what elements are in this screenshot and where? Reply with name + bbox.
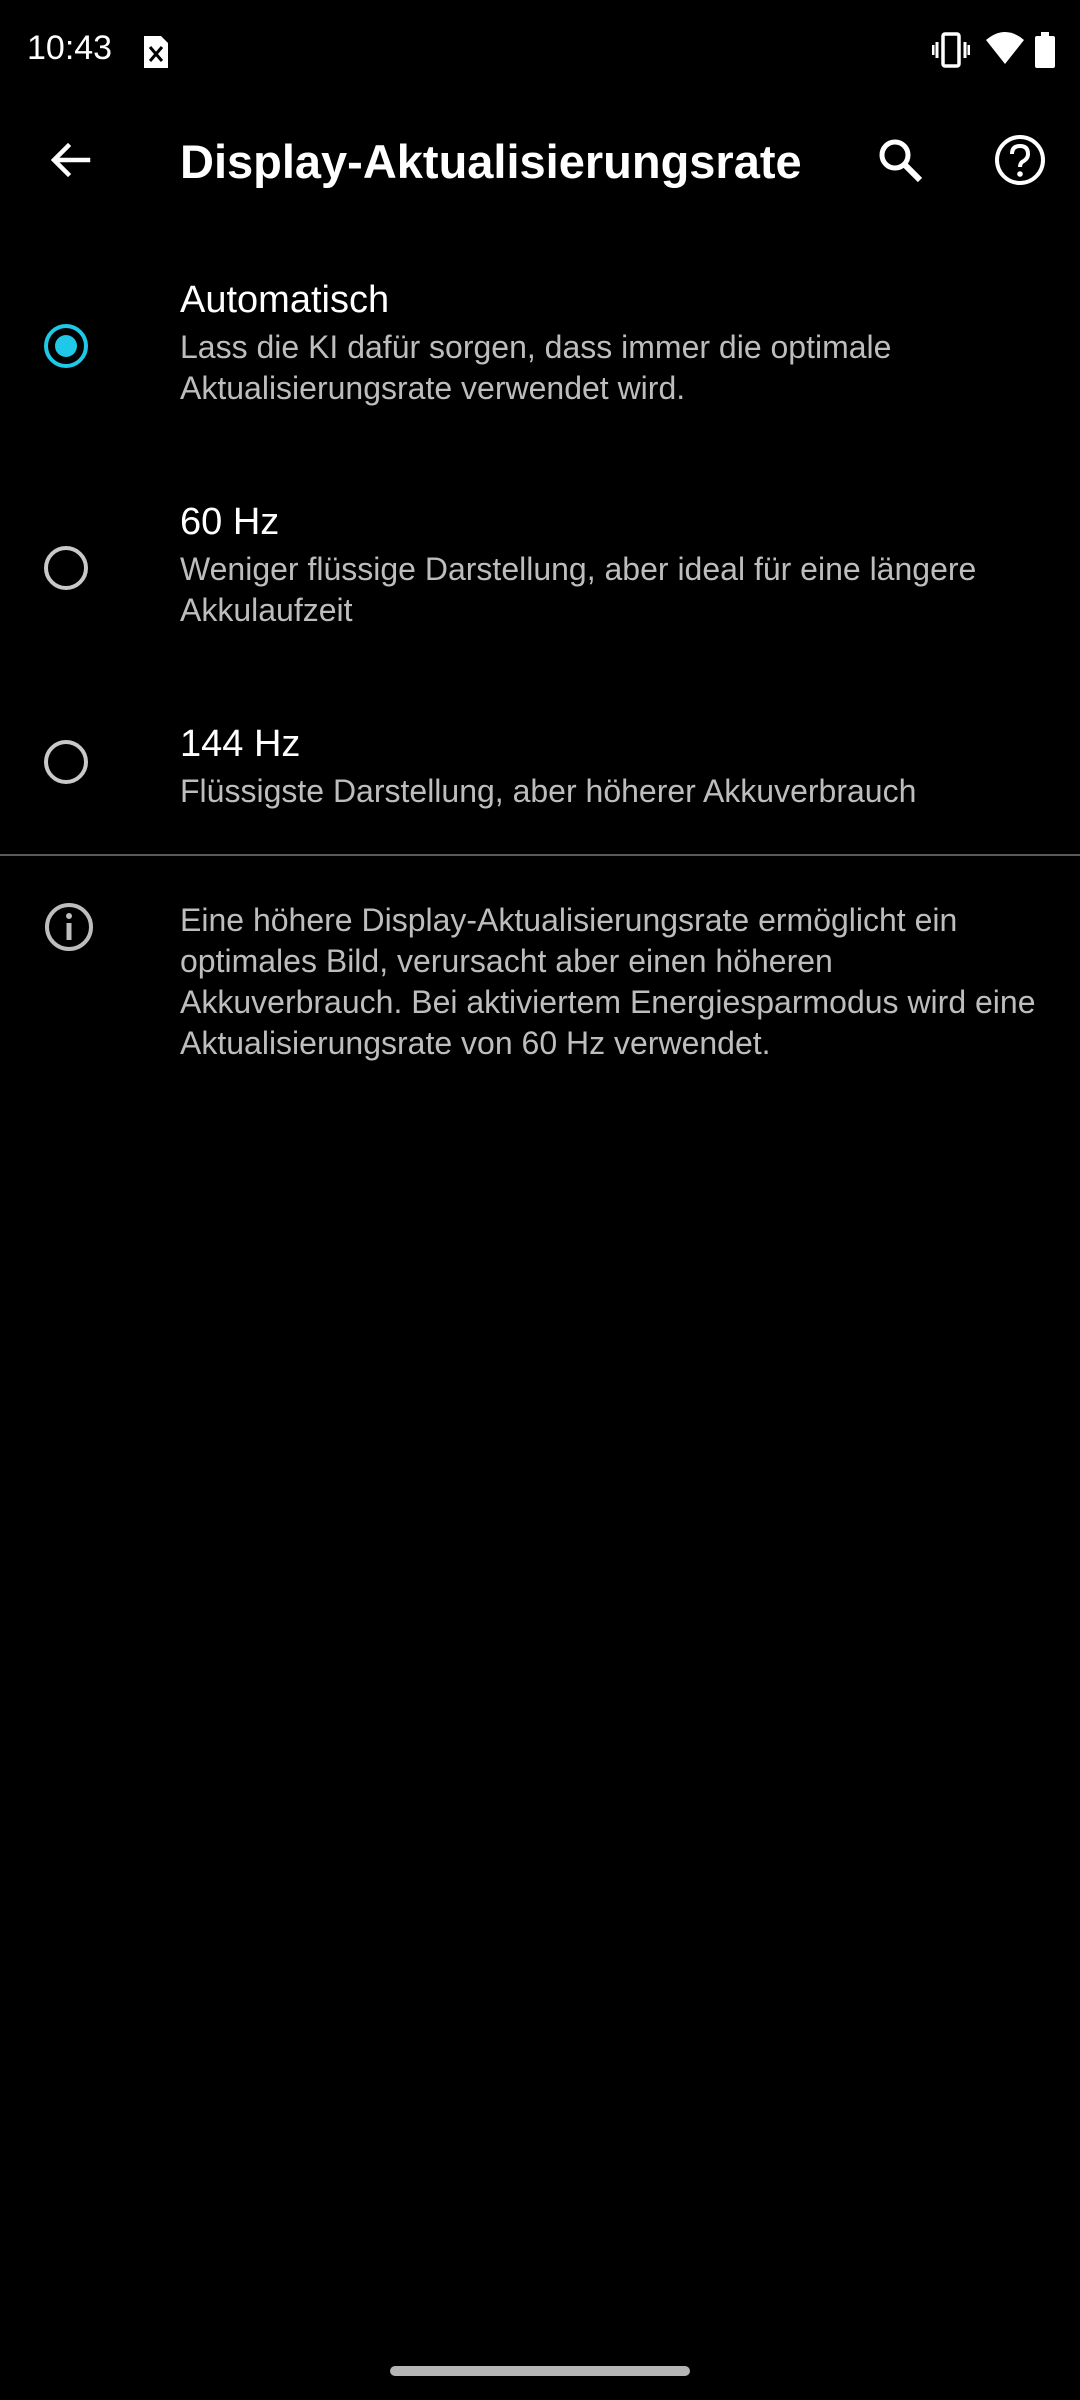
back-button[interactable] — [30, 128, 110, 192]
info-icon — [45, 903, 93, 951]
option-title: Automatisch — [180, 279, 390, 321]
option-60hz[interactable]: 60 Hz Weniger flüssige Darstellung, aber… — [0, 482, 1080, 652]
search-icon — [879, 139, 923, 183]
app-bar: Display-Aktualisierungsrate — [0, 110, 1080, 210]
info-text: Eine höhere Display-Aktualisierungsrate … — [180, 902, 1036, 1061]
option-description: Lass die KI dafür sorgen, dass immer die… — [180, 329, 892, 406]
option-automatisch[interactable]: Automatisch Lass die KI dafür sorgen, da… — [0, 260, 1080, 430]
battery-icon — [1035, 32, 1055, 68]
back-arrow-icon — [50, 142, 91, 178]
divider — [0, 854, 1080, 856]
radio-automatisch[interactable] — [44, 324, 88, 368]
wifi-icon — [986, 32, 1024, 64]
help-icon — [995, 135, 1045, 185]
option-title: 144 Hz — [180, 723, 301, 765]
option-description: Weniger flüssige Darstellung, aber ideal… — [180, 551, 977, 628]
page-title: Display-Aktualisierungsrate — [180, 135, 802, 188]
radio-60hz[interactable] — [44, 546, 88, 590]
option-144hz[interactable]: 144 Hz Flüssigste Darstellung, aber höhe… — [0, 704, 1080, 824]
status-time: 10:43 — [27, 29, 113, 67]
status-bar: 10:43 — [0, 0, 1080, 100]
sim-error-icon — [144, 36, 168, 68]
search-button[interactable] — [860, 128, 940, 192]
vibrate-icon — [932, 32, 970, 68]
screen: 10:43 Display-Aktualisierungsrate Automa… — [0, 0, 1080, 2400]
radio-144hz[interactable] — [44, 740, 88, 784]
gesture-nav-handle[interactable] — [390, 2366, 690, 2376]
help-button[interactable] — [980, 128, 1060, 192]
option-description: Flüssigste Darstellung, aber höherer Akk… — [180, 773, 917, 809]
option-title: 60 Hz — [180, 501, 280, 543]
